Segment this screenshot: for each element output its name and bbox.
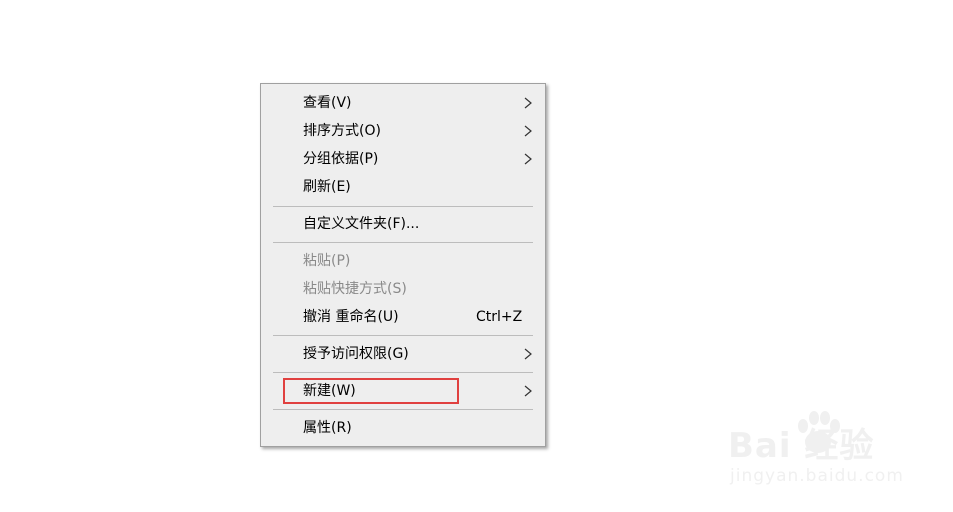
chevron-right-icon (524, 97, 532, 109)
highlight-annotation-box (283, 378, 459, 404)
menu-item-label: 刷新(E) (303, 179, 351, 195)
menu-item-label: 属性(R) (303, 420, 352, 436)
menu-item-paste-shortcut: 粘贴快捷方式(S) (261, 275, 545, 303)
menu-separator (273, 335, 533, 336)
menu-separator (273, 206, 533, 207)
menu-item-label: 粘贴(P) (303, 253, 351, 269)
menu-item-label: 排序方式(O) (303, 123, 381, 139)
menu-item-properties[interactable]: 属性(R) (261, 414, 545, 442)
chevron-right-icon (524, 348, 532, 360)
menu-separator (273, 409, 533, 410)
chevron-right-icon (524, 153, 532, 165)
menu-item-label: 撤消 重命名(U) (303, 309, 399, 325)
menu-item-label: 粘贴快捷方式(S) (303, 281, 407, 297)
watermark-url-text: jingyan.baidu.com (730, 466, 904, 486)
menu-separator (273, 242, 533, 243)
menu-item-label: 分组依据(P) (303, 151, 379, 167)
menu-item-sort-by[interactable]: 排序方式(O) (261, 117, 545, 145)
menu-item-give-access[interactable]: 授予访问权限(G) (261, 340, 545, 368)
chevron-right-icon (524, 125, 532, 137)
menu-item-paste: 粘贴(P) (261, 247, 545, 275)
baidu-jingyan-watermark: Bai 经验 jingyan.baidu.com (728, 408, 908, 498)
menu-item-view[interactable]: 查看(V) (261, 89, 545, 117)
watermark-brand-text: Bai 经验 (728, 426, 875, 466)
menu-separator (273, 372, 533, 373)
chevron-right-icon (524, 385, 532, 397)
menu-item-group-by[interactable]: 分组依据(P) (261, 145, 545, 173)
menu-item-label: 授予访问权限(G) (303, 346, 409, 362)
menu-item-undo-rename[interactable]: 撤消 重命名(U) Ctrl+Z (261, 303, 545, 331)
menu-item-label: 查看(V) (303, 95, 352, 111)
menu-item-shortcut: Ctrl+Z (476, 309, 523, 325)
menu-item-label: 自定义文件夹(F)... (303, 216, 420, 232)
menu-item-customize-folder[interactable]: 自定义文件夹(F)... (261, 210, 545, 238)
menu-item-refresh[interactable]: 刷新(E) (261, 173, 545, 201)
context-menu: 查看(V) 排序方式(O) 分组依据(P) 刷新(E) 自定义文件夹(F)...… (260, 83, 546, 447)
